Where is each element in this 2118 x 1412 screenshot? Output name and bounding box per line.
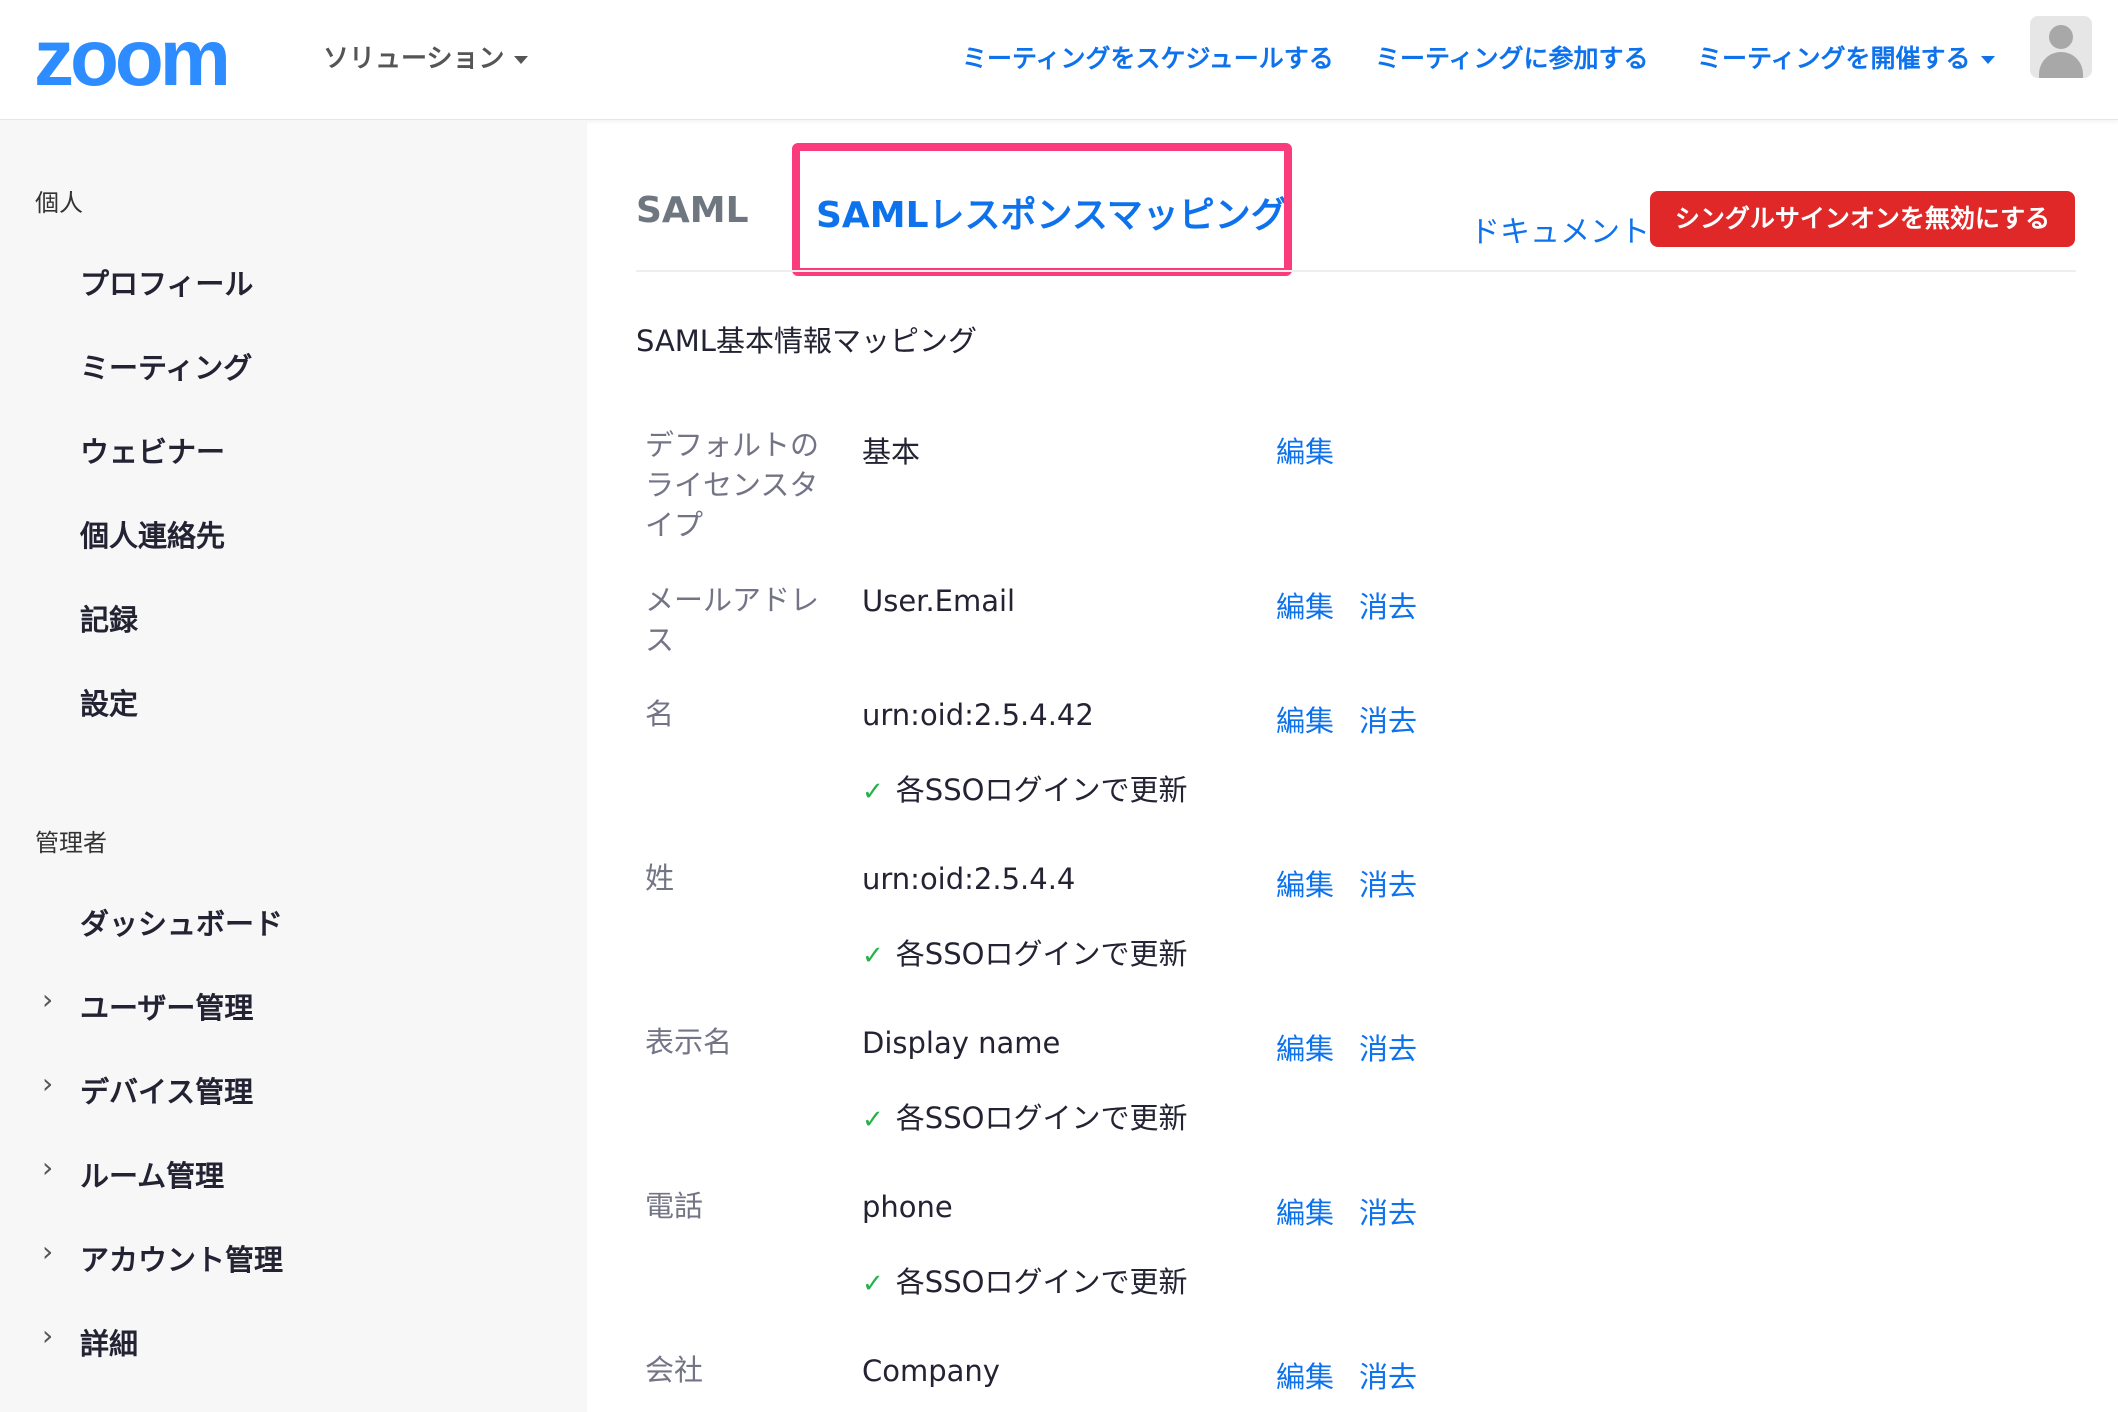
- mapping-value: Display name: [862, 1026, 1061, 1060]
- sidebar-item-settings[interactable]: 設定: [80, 681, 138, 723]
- mapping-label: 名: [645, 697, 675, 731]
- mapping-value: urn:oid:2.5.4.4: [862, 862, 1076, 896]
- mapping-label: メールアドレス: [645, 583, 820, 657]
- update-on-login-option[interactable]: ✓ 各SSOログインで更新: [862, 1259, 1187, 1301]
- sidebar: 個人 プロフィール ミーティング ウェビナー 個人連絡先 記録 設定 管理者 ダ…: [0, 121, 587, 1412]
- chevron-right-icon[interactable]: ›: [42, 1067, 53, 1100]
- delete-link[interactable]: 消去: [1359, 1190, 1417, 1232]
- chevron-right-icon[interactable]: ›: [42, 983, 53, 1016]
- sidebar-item-account-management[interactable]: アカウント管理: [80, 1237, 283, 1279]
- chevron-right-icon[interactable]: ›: [42, 1235, 53, 1268]
- sidebar-item-webinars[interactable]: ウェビナー: [80, 429, 225, 471]
- update-on-login-label: 各SSOログインで更新: [895, 773, 1188, 807]
- sidebar-item-advanced[interactable]: 詳細: [80, 1321, 138, 1363]
- solutions-menu[interactable]: ソリューション: [323, 38, 529, 75]
- disable-sso-button[interactable]: シングルサインオンを無効にする: [1650, 191, 2075, 247]
- chevron-right-icon[interactable]: ›: [42, 1151, 53, 1184]
- mapping-value: urn:oid:2.5.4.42: [862, 698, 1094, 732]
- mapping-value: 基本: [862, 435, 921, 469]
- edit-link[interactable]: 編集: [1276, 429, 1334, 471]
- sidebar-item-recordings[interactable]: 記録: [80, 597, 138, 639]
- mapping-label: 表示名: [645, 1025, 733, 1059]
- user-icon: [2049, 25, 2073, 49]
- user-icon-body: [2039, 52, 2083, 78]
- check-icon: ✓: [862, 1105, 884, 1135]
- update-on-login-label: 各SSOログインで更新: [895, 937, 1188, 971]
- update-on-login-option[interactable]: ✓ 各SSOログインで更新: [862, 1095, 1187, 1137]
- delete-link[interactable]: 消去: [1359, 698, 1417, 740]
- sidebar-item-contacts[interactable]: 個人連絡先: [80, 513, 225, 555]
- document-link[interactable]: ドキュメント: [1470, 207, 1650, 251]
- sidebar-item-room-management[interactable]: ルーム管理: [80, 1153, 224, 1195]
- sidebar-item-dashboard[interactable]: ダッシュボード: [80, 901, 283, 943]
- mapping-value: phone: [862, 1190, 953, 1224]
- chevron-down-icon: [514, 55, 529, 64]
- host-meeting-menu[interactable]: ミーティングを開催する: [1697, 39, 1995, 75]
- edit-link[interactable]: 編集: [1276, 1354, 1334, 1396]
- check-icon: ✓: [862, 1269, 884, 1299]
- avatar[interactable]: [2030, 16, 2092, 78]
- mapping-label: デフォルトのライセンスタイプ: [645, 428, 820, 542]
- host-meeting-label: ミーティングを開催する: [1697, 44, 1971, 73]
- top-header: zoom ソリューション ミーティングをスケジュールする ミーティングに参加する…: [0, 0, 2118, 120]
- edit-link[interactable]: 編集: [1276, 584, 1334, 626]
- section-title: SAML基本情報マッピング: [636, 324, 977, 358]
- edit-link[interactable]: 編集: [1276, 698, 1334, 740]
- zoom-logo[interactable]: zoom: [34, 18, 231, 98]
- tab-saml[interactable]: SAML: [636, 190, 749, 231]
- highlight-box: [792, 143, 1292, 276]
- chevron-right-icon[interactable]: ›: [42, 1319, 53, 1352]
- sidebar-item-profile[interactable]: プロフィール: [80, 261, 253, 303]
- check-icon: ✓: [862, 941, 884, 971]
- delete-link[interactable]: 消去: [1359, 1354, 1417, 1396]
- edit-link[interactable]: 編集: [1276, 1026, 1334, 1068]
- edit-link[interactable]: 編集: [1276, 1190, 1334, 1232]
- check-icon: ✓: [862, 777, 884, 807]
- sidebar-heading-personal: 個人: [35, 189, 83, 217]
- join-meeting-link[interactable]: ミーティングに参加する: [1375, 39, 1649, 75]
- update-on-login-option[interactable]: ✓ 各SSOログインで更新: [862, 767, 1187, 809]
- delete-link[interactable]: 消去: [1359, 1026, 1417, 1068]
- update-on-login-option[interactable]: ✓ 各SSOログインで更新: [862, 931, 1187, 973]
- delete-link[interactable]: 消去: [1359, 584, 1417, 626]
- mapping-label: 電話: [645, 1189, 704, 1223]
- schedule-meeting-link[interactable]: ミーティングをスケジュールする: [962, 39, 1334, 75]
- mapping-value: User.Email: [862, 584, 1016, 618]
- sidebar-item-user-management[interactable]: ユーザー管理: [80, 985, 253, 1027]
- mapping-value: Company: [862, 1354, 1000, 1388]
- mapping-label: 会社: [645, 1353, 704, 1387]
- update-on-login-label: 各SSOログインで更新: [895, 1101, 1188, 1135]
- tabs-divider: [636, 270, 2076, 272]
- mapping-label: 姓: [645, 861, 675, 895]
- sidebar-heading-admin: 管理者: [35, 829, 107, 857]
- sidebar-item-device-management[interactable]: デバイス管理: [80, 1069, 253, 1111]
- update-on-login-label: 各SSOログインで更新: [895, 1265, 1188, 1299]
- edit-link[interactable]: 編集: [1276, 862, 1334, 904]
- delete-link[interactable]: 消去: [1359, 862, 1417, 904]
- solutions-label: ソリューション: [323, 44, 505, 74]
- chevron-down-icon: [1980, 56, 1995, 64]
- sidebar-item-meetings[interactable]: ミーティング: [80, 345, 252, 387]
